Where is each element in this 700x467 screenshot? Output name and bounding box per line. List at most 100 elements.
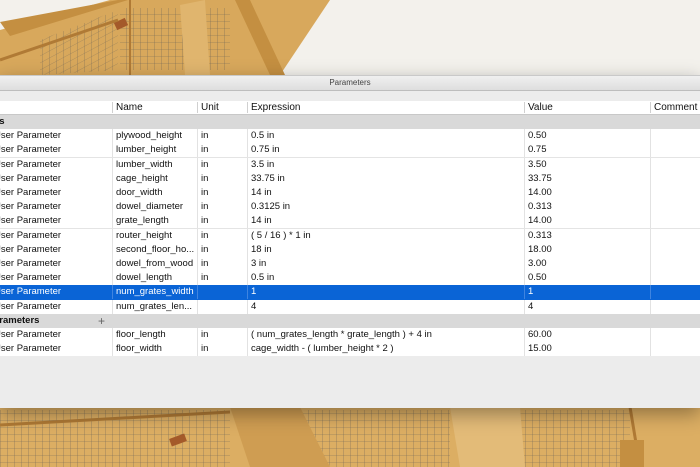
cell-name: lumber_height [116, 144, 177, 156]
column-divider [247, 214, 248, 229]
cell-type: User Parameter [0, 286, 62, 298]
cell-value: 60.00 [528, 329, 552, 340]
column-header-type[interactable]: r [0, 101, 110, 114]
column-divider [112, 328, 113, 342]
column-header-unit[interactable]: Unit [201, 101, 245, 114]
cell-expression[interactable]: 0.5 in [251, 129, 521, 143]
cell-unit: in [201, 158, 209, 170]
column-divider [112, 242, 113, 257]
cell-expression[interactable]: ( num_grates_length * grate_length ) + 4… [251, 328, 521, 342]
column-divider [197, 271, 198, 286]
cell-type: User Parameter [0, 215, 62, 227]
column-divider [197, 328, 198, 342]
table-row[interactable]: User Parameter plywood_height in 0.5 in 0.50 [0, 129, 700, 145]
cell-name: plywood_height [116, 130, 183, 142]
column-divider [197, 285, 198, 300]
column-divider [650, 143, 651, 158]
cell-type: User Parameter [0, 343, 62, 355]
column-header-name[interactable]: Name [116, 101, 196, 114]
cell-type: User Parameter [0, 201, 62, 213]
plus-icon[interactable]: + [98, 314, 105, 328]
table-row[interactable]: User Parameter floor_width in cage_width - … [0, 342, 700, 358]
column-divider [650, 342, 651, 357]
table-row[interactable]: User Parameter lumber_width in 3.5 in 3.50 [0, 157, 700, 173]
table-row[interactable]: User Parameter second_floor_ho... in 18 in 1… [0, 242, 700, 258]
cell-value: 14.00 [528, 187, 552, 198]
cell-name: lumber_width [116, 158, 173, 170]
table-row[interactable]: User Parameter floor_length in ( num_grates… [0, 328, 700, 343]
table-row[interactable]: User Parameter cage_height in 33.75 in 33.75 [0, 171, 700, 187]
cell-value: 1 [528, 286, 534, 298]
column-divider [197, 242, 198, 257]
column-divider [247, 299, 248, 314]
table-row[interactable]: User Parameter num_grates_len... 4 4 [0, 299, 700, 315]
table-row[interactable]: User Parameter grate_length in 14 in 14.00 [0, 214, 700, 230]
column-divider [112, 271, 113, 286]
cell-expression[interactable]: 33.75 in [251, 172, 521, 186]
cell-name: router_height [116, 229, 172, 241]
cell-type: User Parameter [0, 329, 62, 340]
table-row[interactable]: User Parameter dowel_length in 0.5 in 0.50 [0, 271, 700, 287]
cell-expression[interactable]: 18 in [251, 243, 521, 257]
cell-unit: in [201, 329, 209, 340]
column-divider [650, 242, 651, 257]
column-divider [112, 342, 113, 357]
cell-name: grate_length [116, 215, 169, 227]
column-divider [524, 129, 525, 144]
column-header-comment[interactable]: Comment [654, 101, 700, 114]
cell-expression[interactable]: 0.3125 in [251, 200, 521, 214]
column-divider [197, 200, 198, 215]
group-row[interactable]: arameters + [0, 313, 700, 329]
group-label: arameters [0, 314, 40, 326]
cell-value: 33.75 [528, 172, 552, 184]
cell-value: 0.313 [528, 229, 552, 241]
cell-expression[interactable]: 0.75 in [251, 143, 521, 157]
cell-value: 0.313 [528, 201, 552, 213]
column-divider [650, 157, 651, 172]
column-divider [524, 157, 525, 172]
column-divider [247, 328, 248, 342]
cell-expression[interactable]: 4 [251, 300, 521, 314]
cell-expression[interactable]: 1 [251, 285, 521, 299]
table-row[interactable]: User Parameter dowel_from_wood in 3 in 3.00 [0, 257, 700, 272]
table-header: r Name Unit Expression Value Comment [0, 101, 700, 115]
cell-unit: in [201, 258, 209, 269]
column-divider [112, 143, 113, 158]
cell-value: 3.00 [528, 258, 547, 269]
column-divider [112, 200, 113, 215]
column-divider [650, 171, 651, 186]
cell-unit: in [201, 243, 209, 255]
column-divider [524, 285, 525, 300]
table-row[interactable]: User Parameter dowel_diameter in 0.3125 in 0… [0, 200, 700, 216]
cell-expression[interactable]: 14 in [251, 186, 521, 200]
table-row[interactable]: User Parameter door_width in 14 in 14.00 [0, 186, 700, 201]
column-header-expression[interactable]: Expression [251, 101, 521, 114]
table-row[interactable]: User Parameter lumber_height in 0.75 in 0.75 [0, 143, 700, 159]
cell-expression[interactable]: 0.5 in [251, 271, 521, 285]
column-divider [650, 285, 651, 300]
group-row[interactable]: es [0, 115, 700, 130]
cell-name: cage_height [116, 172, 168, 184]
column-divider [197, 129, 198, 144]
cell-expression[interactable]: ( 5 / 16 ) * 1 in [251, 229, 521, 243]
column-divider [197, 342, 198, 357]
column-divider [197, 143, 198, 158]
column-divider [650, 214, 651, 229]
cell-expression[interactable]: 3.5 in [251, 158, 521, 172]
cell-expression[interactable]: 3 in [251, 257, 521, 271]
cell-type: User Parameter [0, 172, 62, 184]
cell-value: 18.00 [528, 243, 552, 255]
column-divider [197, 186, 198, 200]
cell-expression[interactable]: cage_width - ( lumber_height * 2 ) [251, 342, 521, 356]
table-row[interactable]: User Parameter router_height in ( 5 / 16 ) … [0, 228, 700, 244]
cell-type: User Parameter [0, 158, 62, 170]
column-header-value[interactable]: Value [528, 101, 648, 114]
cell-type: User Parameter [0, 258, 62, 269]
cell-name: num_grates_width [116, 286, 194, 298]
column-divider [524, 271, 525, 286]
column-divider [247, 186, 248, 200]
column-divider [524, 299, 525, 314]
column-divider [112, 186, 113, 200]
cell-expression[interactable]: 14 in [251, 214, 521, 228]
table-row[interactable]: User Parameter num_grates_width 1 1 [0, 285, 700, 301]
